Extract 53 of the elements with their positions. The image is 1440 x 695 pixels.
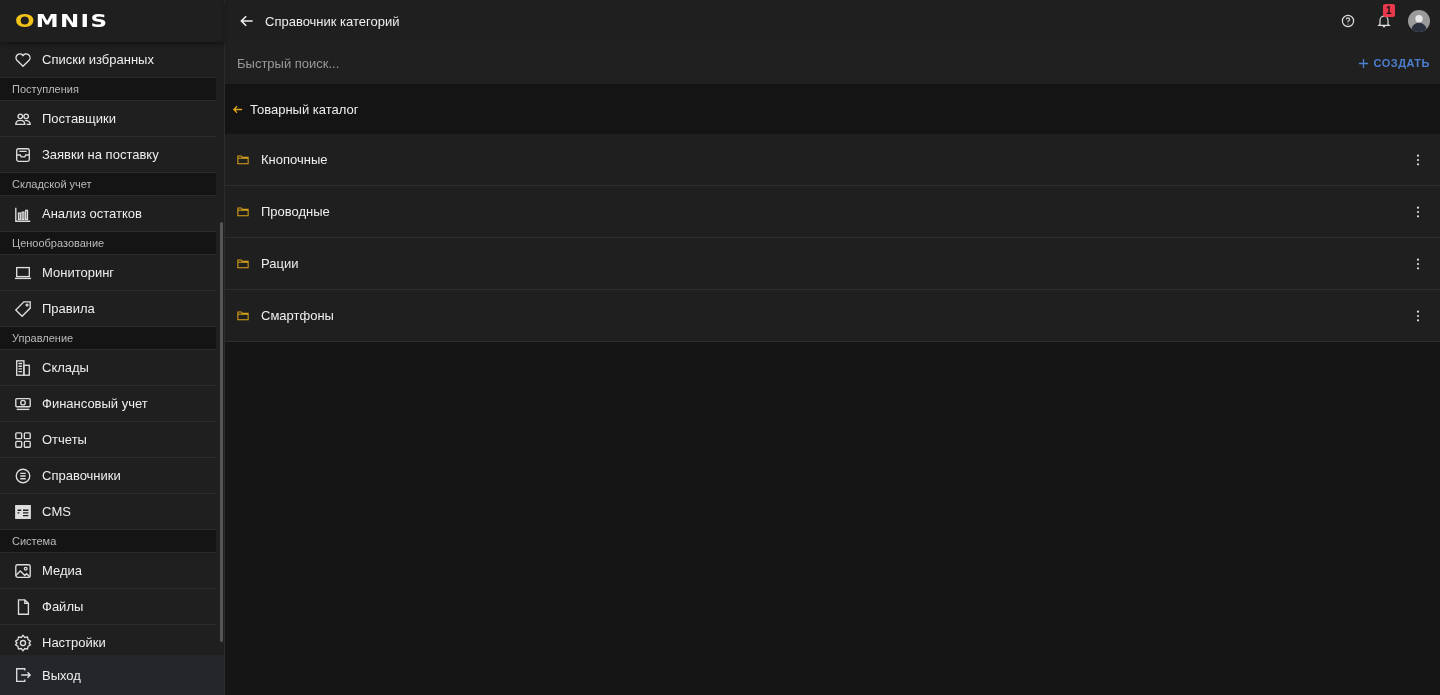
- avatar[interactable]: [1408, 10, 1430, 32]
- plus-icon: [1357, 57, 1369, 69]
- search-field[interactable]: Быстрый поиск...: [225, 42, 1352, 84]
- image-icon: [14, 561, 32, 580]
- section-heading: Система: [0, 530, 216, 553]
- more-options-icon[interactable]: [1416, 205, 1420, 218]
- sidebar-item[interactable]: Отчеты: [0, 422, 216, 458]
- logout-icon: [14, 666, 32, 684]
- folder-icon: [237, 258, 249, 269]
- category-row[interactable]: Кнопочные: [225, 134, 1440, 186]
- back-arrow-icon[interactable]: [232, 103, 243, 115]
- logo: OMNIS: [15, 11, 109, 31]
- folder-icon: [237, 310, 249, 321]
- folder-icon: [237, 154, 249, 165]
- notification-badge: 1: [1383, 4, 1395, 17]
- sidebar-item[interactable]: Поставщики: [0, 101, 216, 137]
- breadcrumb-link[interactable]: Товарный каталог: [250, 101, 359, 117]
- logout-item[interactable]: Выход: [0, 655, 224, 695]
- section-heading: Управление: [0, 327, 216, 350]
- notification-bell-icon[interactable]: [1376, 13, 1392, 29]
- category-name: Проводные: [261, 204, 331, 219]
- more-options-icon[interactable]: [1416, 153, 1420, 166]
- folder-icon: [237, 206, 249, 217]
- sidebar-item[interactable]: Финансовый учет: [0, 386, 216, 422]
- tray-icon: [14, 145, 32, 164]
- heart-icon: [14, 50, 32, 69]
- sidebar-item[interactable]: Склады: [0, 350, 216, 386]
- section-heading: Складской учет: [0, 173, 216, 196]
- section-heading: Поступления: [0, 78, 216, 101]
- tag-icon: [14, 299, 32, 318]
- building-icon: [14, 358, 32, 377]
- sidebar-item[interactable]: Файлы: [0, 589, 216, 625]
- layout-icon: [14, 502, 32, 521]
- sidebar-item[interactable]: Мониторинг: [0, 255, 216, 291]
- more-options-icon[interactable]: [1416, 257, 1420, 270]
- more-options-icon[interactable]: [1416, 309, 1420, 322]
- grid-icon: [14, 430, 32, 449]
- category-row[interactable]: Проводные: [225, 186, 1440, 238]
- category-name: Смартфоны: [261, 308, 335, 323]
- sidebar-item[interactable]: Справочники: [0, 458, 216, 494]
- page-title: Справочник категорий: [265, 13, 400, 29]
- help-icon[interactable]: [1340, 13, 1356, 29]
- section-heading: Ценообразование: [0, 232, 216, 255]
- scrollbar[interactable]: [220, 222, 223, 642]
- category-row[interactable]: Смартфоны: [225, 290, 1440, 342]
- category-name: Рации: [261, 256, 300, 271]
- category-name: Кнопочные: [261, 152, 329, 167]
- back-arrow-icon[interactable]: [239, 13, 255, 29]
- create-button[interactable]: СОЗДАТЬ: [1351, 42, 1440, 84]
- settings-icon: [14, 633, 32, 652]
- sidebar-item[interactable]: Медиа: [0, 553, 216, 589]
- category-row[interactable]: Рации: [225, 238, 1440, 290]
- list-icon: [14, 466, 32, 485]
